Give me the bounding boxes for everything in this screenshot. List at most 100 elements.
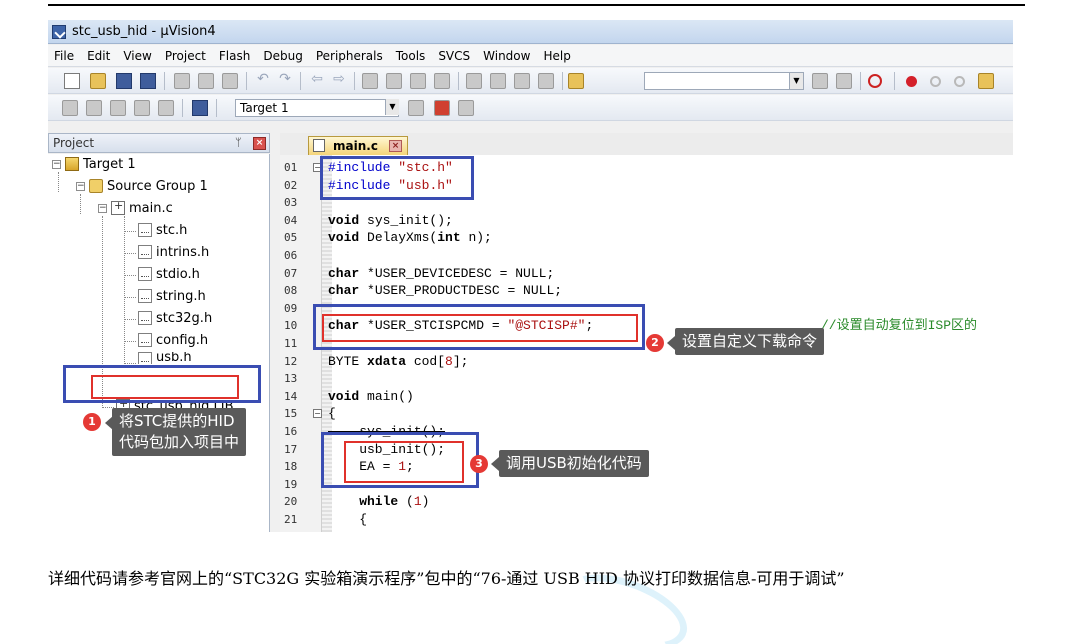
fold-toggle-icon[interactable]: − [313, 409, 322, 419]
new-file-icon[interactable] [64, 73, 80, 89]
code-text: void DelayXms(int n); [328, 230, 492, 246]
bookmark-prev-icon[interactable] [386, 73, 402, 89]
breakpoint-disable-icon[interactable] [930, 76, 941, 87]
indent-icon[interactable] [466, 73, 482, 89]
pin-icon[interactable]: ᛘ [235, 136, 242, 149]
tree-item-header[interactable]: stc32g.h [138, 308, 212, 328]
bookmark-icon[interactable] [362, 73, 378, 89]
paste-icon[interactable] [222, 73, 238, 89]
line-number: 06 [284, 249, 298, 262]
tree-item-header[interactable]: stdio.h [138, 264, 200, 284]
annotation-badge-2: 2 [646, 334, 664, 352]
annotation-highlight-ispcmd [322, 314, 638, 342]
menu-help[interactable]: Help [543, 49, 570, 63]
breakpoint-kill-icon[interactable] [954, 76, 965, 87]
tree-item-header[interactable]: usb.h [138, 352, 192, 364]
open-folder-icon[interactable] [90, 73, 106, 89]
nav-forward-icon[interactable]: ⇨ [330, 71, 348, 87]
bookmark-clear-icon[interactable] [434, 73, 450, 89]
target-select-dropdown[interactable]: ▼ [383, 99, 399, 117]
comment-icon[interactable] [514, 73, 530, 89]
code-line: 12 BYTE xdata cod[8]; [280, 353, 1013, 371]
line-number: 16 [284, 425, 298, 438]
header-file-icon [138, 245, 152, 259]
save-icon[interactable] [116, 73, 132, 89]
rebuild-icon[interactable] [110, 100, 126, 116]
collapse-icon[interactable]: − [98, 203, 107, 213]
target-select[interactable]: Target 1 [235, 99, 399, 117]
menu-svcs[interactable]: SVCS [438, 49, 470, 63]
line-number: 13 [284, 372, 298, 386]
copy-icon[interactable] [198, 73, 214, 89]
breakpoint-icon[interactable] [906, 76, 917, 87]
header-file-icon [138, 223, 152, 237]
tree-guide [124, 297, 136, 298]
tree-item-header[interactable]: config.h [138, 330, 208, 350]
tree-item-label: intrins.h [156, 244, 210, 260]
project-tree: − Target 1 − Source Group 1 − main.c stc… [48, 154, 270, 532]
breakpoint-kill-all-icon[interactable] [978, 73, 994, 89]
toolbar-separator [164, 72, 165, 90]
tree-guide [80, 194, 81, 214]
code-text: { [328, 406, 336, 422]
window-title: stc_usb_hid - µVision4 [72, 24, 216, 39]
tree-item-label: stc32g.h [156, 310, 213, 326]
build-icon[interactable] [86, 100, 102, 116]
code-line: 14 void main() [280, 388, 1013, 406]
tree-item-source-group[interactable]: − Source Group 1 [76, 176, 208, 196]
code-line: 06 [280, 247, 1013, 265]
code-line: 15 − { [280, 405, 1013, 423]
stop-build-icon[interactable] [158, 100, 174, 116]
menu-project[interactable]: Project [165, 49, 206, 63]
menu-debug[interactable]: Debug [263, 49, 302, 63]
nav-back-icon[interactable]: ⇦ [308, 71, 326, 87]
tab-main-c[interactable]: main.c × [308, 136, 408, 155]
tree-item-label: Target 1 [83, 156, 136, 172]
annotation-highlight-lib [91, 375, 239, 399]
target-options-icon[interactable] [408, 100, 424, 116]
manage-components-icon[interactable] [434, 100, 450, 116]
select-packs-icon[interactable] [458, 100, 474, 116]
find-icon[interactable] [812, 73, 828, 89]
target-icon [65, 157, 79, 171]
uncomment-icon[interactable] [538, 73, 554, 89]
line-number: 05 [284, 231, 298, 245]
tree-item-header[interactable]: string.h [138, 286, 206, 306]
tree-item-main-c[interactable]: − main.c [98, 198, 173, 218]
tree-item-header[interactable]: stc.h [138, 220, 187, 240]
close-icon[interactable]: × [389, 140, 402, 152]
tree-item-header[interactable]: intrins.h [138, 242, 209, 262]
chevron-down-icon[interactable]: ▼ [789, 73, 803, 89]
menu-tools[interactable]: Tools [396, 49, 426, 63]
menu-peripherals[interactable]: Peripherals [316, 49, 383, 63]
translate-icon[interactable] [62, 100, 78, 116]
tree-guide [124, 253, 136, 254]
unindent-icon[interactable] [490, 73, 506, 89]
menu-window[interactable]: Window [483, 49, 530, 63]
line-number: 04 [284, 213, 298, 227]
menu-edit[interactable]: Edit [87, 49, 110, 63]
collapse-icon[interactable]: − [52, 159, 61, 169]
toolbar-separator [894, 72, 895, 90]
cut-icon[interactable] [174, 73, 190, 89]
chevron-down-icon[interactable]: ▼ [385, 99, 399, 115]
load-download-icon[interactable] [192, 100, 208, 116]
find-combo[interactable]: ▼ [644, 72, 804, 90]
build-toolbar: Target 1 ▼ [48, 95, 1013, 121]
collapse-icon[interactable]: − [76, 181, 85, 191]
debug-session-icon[interactable] [868, 74, 882, 88]
menu-flash[interactable]: Flash [219, 49, 250, 63]
undo-icon[interactable]: ↶ [254, 71, 272, 87]
line-number: 18 [284, 460, 298, 474]
menu-view[interactable]: View [123, 49, 151, 63]
batch-build-icon[interactable] [134, 100, 150, 116]
menu-file[interactable]: File [54, 49, 74, 63]
find-in-files-icon[interactable] [568, 73, 584, 89]
bookmark-next-icon[interactable] [410, 73, 426, 89]
code-comment: //设置自动复位到ISP区的 [821, 318, 978, 334]
save-all-icon[interactable] [140, 73, 156, 89]
close-icon[interactable]: × [253, 137, 266, 150]
incremental-find-icon[interactable] [836, 73, 852, 89]
redo-icon[interactable]: ↷ [276, 71, 294, 87]
tree-item-target[interactable]: − Target 1 [52, 154, 136, 174]
